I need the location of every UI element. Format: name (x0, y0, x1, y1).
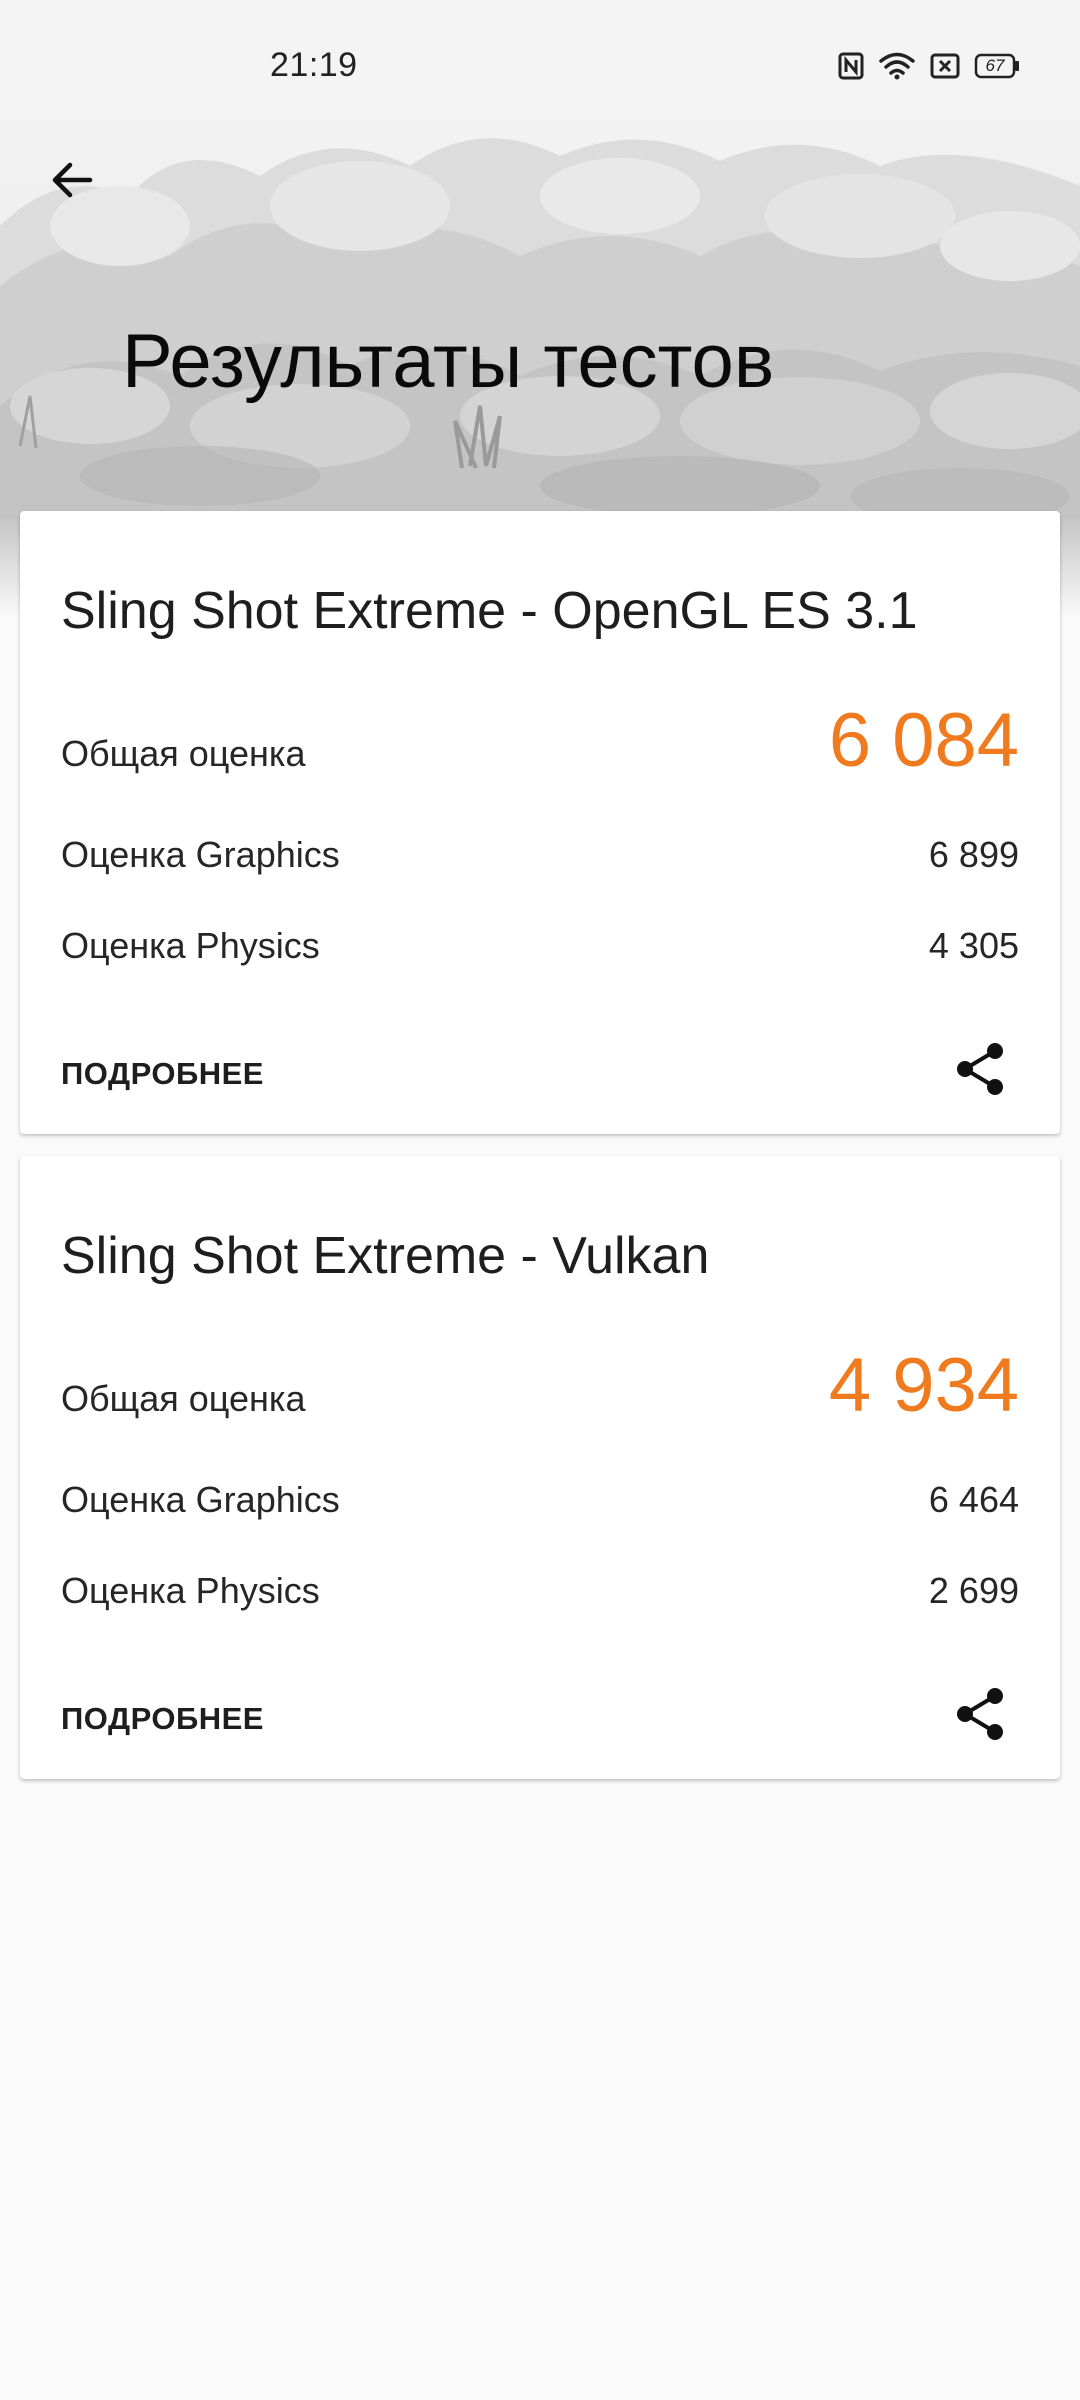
physics-score-label: Оценка Physics (61, 1570, 320, 1611)
page-title: Результаты тестов (122, 319, 775, 404)
overall-score-value: 4 934 (828, 1343, 1019, 1428)
overall-score-label: Общая оценка (61, 733, 306, 774)
nfc-icon (838, 52, 864, 80)
overall-score-label: Общая оценка (61, 1378, 306, 1419)
graphics-score-value: 6 899 (928, 834, 1019, 875)
status-bar: 21:19 67 (0, 0, 1080, 106)
result-card-title: Sling Shot Extreme - OpenGL ES 3.1 (61, 582, 918, 640)
status-time: 21:19 (270, 46, 358, 84)
graphics-score-label: Оценка Graphics (61, 1479, 340, 1520)
battery-level: 67 (985, 56, 1005, 75)
physics-score-value: 4 305 (928, 925, 1019, 966)
overall-score-value: 6 084 (828, 698, 1019, 783)
sim-icon (930, 53, 960, 79)
back-button[interactable] (36, 146, 108, 218)
wifi-icon (878, 52, 916, 80)
details-button[interactable]: ПОДРОБНЕЕ (61, 1701, 264, 1737)
details-button[interactable]: ПОДРОБНЕЕ (61, 1056, 264, 1092)
arrow-back-icon (48, 156, 96, 209)
share-icon (954, 1041, 1006, 1102)
share-button[interactable] (950, 1041, 1010, 1101)
status-icons: 67 (838, 52, 1020, 80)
physics-score-value: 2 699 (928, 1570, 1019, 1611)
result-card-vulkan: Sling Shot Extreme - Vulkan Общая оценка… (20, 1156, 1060, 1779)
result-card-title: Sling Shot Extreme - Vulkan (61, 1227, 710, 1285)
graphics-score-label: Оценка Graphics (61, 834, 340, 875)
share-button[interactable] (950, 1686, 1010, 1746)
share-icon (954, 1686, 1006, 1747)
physics-score-label: Оценка Physics (61, 925, 320, 966)
battery-icon: 67 (974, 53, 1020, 79)
graphics-score-value: 6 464 (928, 1479, 1019, 1520)
result-card-opengl: Sling Shot Extreme - OpenGL ES 3.1 Общая… (20, 511, 1060, 1134)
